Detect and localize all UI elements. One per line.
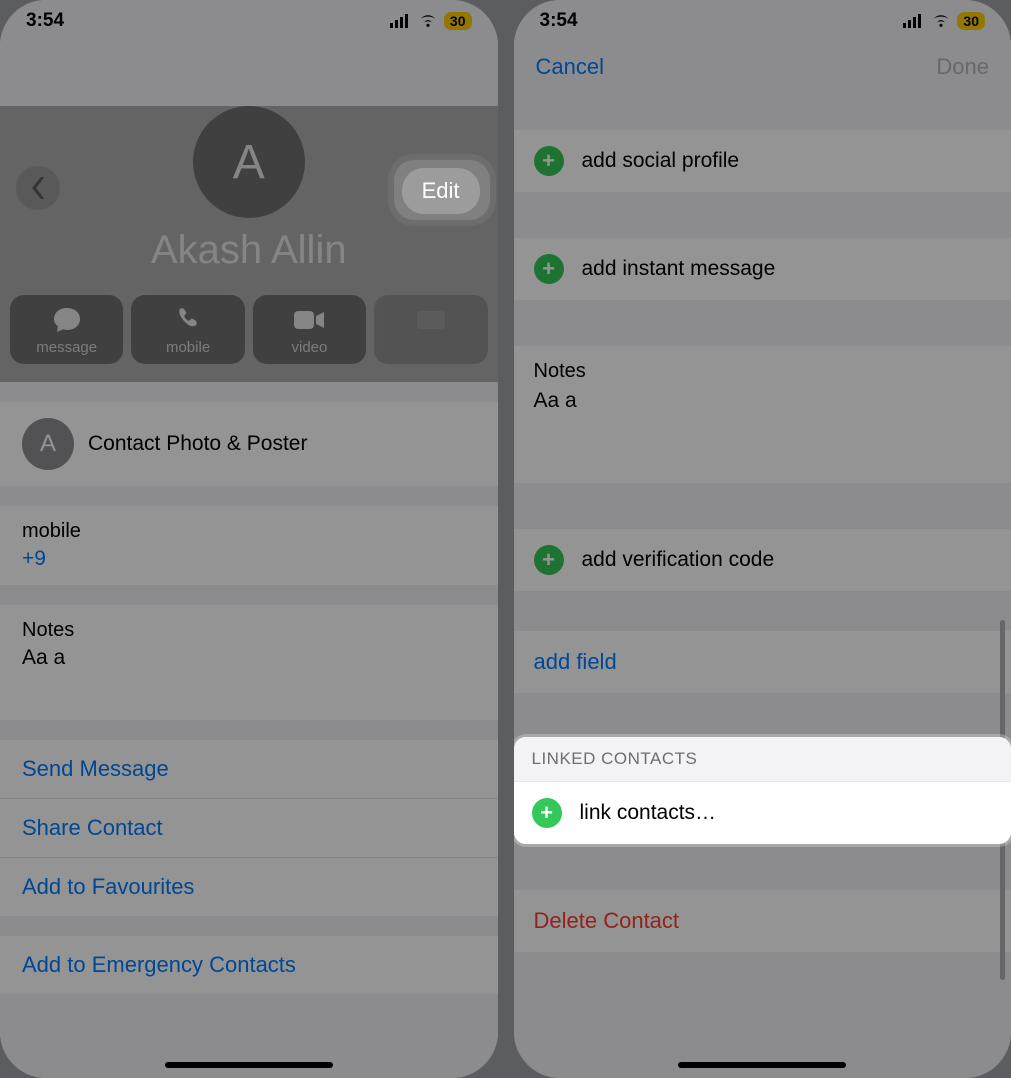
status-time: 3:54 <box>26 10 64 32</box>
cellular-icon <box>390 14 412 28</box>
add-emergency-button[interactable]: Add to Emergency Contacts <box>0 936 498 994</box>
contact-photo-label: Contact Photo & Poster <box>88 432 307 456</box>
action-label: video <box>292 339 328 356</box>
chevron-left-icon <box>31 177 45 199</box>
action-mail: mail <box>374 295 487 364</box>
notes-cell[interactable]: Notes Aa a <box>514 346 1011 483</box>
wifi-icon <box>931 14 951 28</box>
add-favorites-button[interactable]: Add to Favourites <box>0 857 498 916</box>
action-call[interactable]: mobile <box>131 295 244 364</box>
message-icon <box>52 305 82 335</box>
add-im-label: add instant message <box>582 257 776 281</box>
mail-icon <box>416 305 446 335</box>
link-group-2: Add to Emergency Contacts <box>0 936 498 994</box>
share-contact-button[interactable]: Share Contact <box>0 798 498 857</box>
action-row: message mobile video mail <box>0 295 498 364</box>
status-icons: 30 <box>903 12 985 30</box>
phone-icon <box>175 305 201 335</box>
plus-icon: + <box>534 545 564 575</box>
action-label: mobile <box>166 339 210 356</box>
link-contacts-row[interactable]: + link contacts… <box>514 781 1011 844</box>
edit-navbar: Cancel Done <box>514 36 1011 94</box>
delete-contact-button[interactable]: Delete Contact <box>514 890 1011 952</box>
wifi-icon <box>418 14 438 28</box>
notes-value: Aa a <box>22 646 476 670</box>
add-field-button[interactable]: add field <box>514 631 1011 693</box>
done-button[interactable]: Done <box>936 54 989 80</box>
linked-header: LINKED CONTACTS <box>514 737 1011 781</box>
linked-section: LINKED CONTACTS + link contacts… <box>514 737 1011 844</box>
add-social-label: add social profile <box>582 149 740 173</box>
back-button[interactable] <box>16 166 60 210</box>
phone-number[interactable]: +9 <box>22 547 476 571</box>
add-social-row[interactable]: + add social profile <box>514 130 1011 192</box>
add-im-row[interactable]: + add instant message <box>514 238 1011 300</box>
notes-value[interactable]: Aa a <box>534 389 992 413</box>
action-message[interactable]: message <box>10 295 123 364</box>
action-video[interactable]: video <box>253 295 366 364</box>
add-verify-row[interactable]: + add verification code <box>514 529 1011 591</box>
notes-cell[interactable]: Notes Aa a <box>0 605 498 720</box>
plus-icon: + <box>534 146 564 176</box>
plus-icon: + <box>534 254 564 284</box>
battery-badge: 30 <box>957 12 985 30</box>
link-group-1: Send Message Share Contact Add to Favour… <box>0 740 498 916</box>
phone-label: mobile <box>22 520 476 543</box>
status-time: 3:54 <box>540 10 578 32</box>
send-message-button[interactable]: Send Message <box>0 740 498 798</box>
notes-label: Notes <box>534 360 992 383</box>
add-verify-label: add verification code <box>582 548 775 572</box>
home-indicator[interactable] <box>678 1062 846 1068</box>
home-indicator[interactable] <box>165 1062 333 1068</box>
notes-label: Notes <box>22 619 476 642</box>
plus-icon: + <box>532 798 562 828</box>
video-icon <box>293 305 325 335</box>
action-label: message <box>36 339 97 356</box>
battery-badge: 30 <box>444 12 472 30</box>
contact-header: Edit A Akash Allin message mobile video <box>0 106 498 382</box>
contact-photo-row[interactable]: A Contact Photo & Poster <box>0 402 498 486</box>
cellular-icon <box>903 14 925 28</box>
link-contacts-label: link contacts… <box>580 801 717 825</box>
avatar-small: A <box>22 418 74 470</box>
avatar[interactable]: A <box>193 106 305 218</box>
phone-cell[interactable]: mobile +9 <box>0 506 498 585</box>
contact-name: Akash Allin <box>0 228 498 273</box>
status-bar: 3:54 30 <box>0 0 498 36</box>
status-bar: 3:54 30 <box>514 0 1011 36</box>
cancel-button[interactable]: Cancel <box>536 54 604 80</box>
edit-button[interactable]: Edit <box>402 168 480 214</box>
status-icons: 30 <box>390 12 472 30</box>
